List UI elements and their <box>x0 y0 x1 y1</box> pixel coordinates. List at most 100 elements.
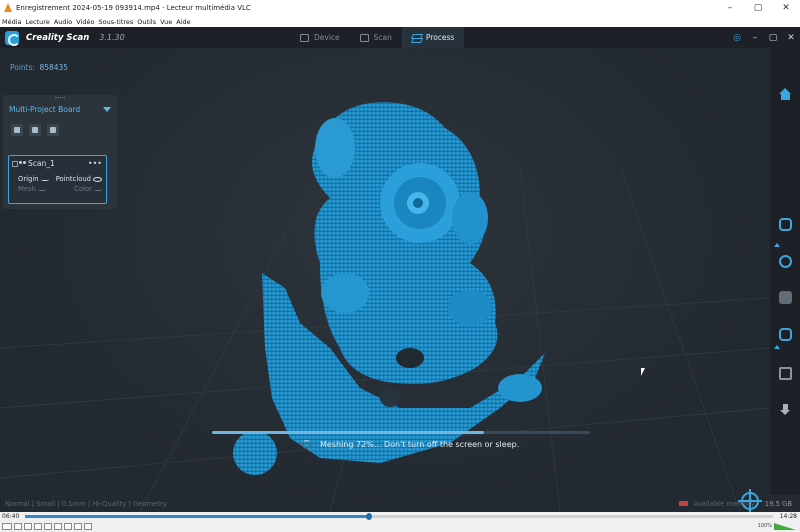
progress-fill <box>212 431 485 434</box>
time-current: 06:40 <box>2 513 20 520</box>
new-project-icon[interactable] <box>11 124 23 136</box>
creality-scan-app: Creality Scan 3.1.30 Device Scan Process… <box>0 27 800 512</box>
seek-fill <box>25 515 370 518</box>
vlc-titlebar: Enregistrement 2024-05-19 093914.mp4 - L… <box>0 0 800 16</box>
vlc-cone-icon <box>3 3 13 13</box>
tab-device-label: Device <box>314 33 340 42</box>
app-maximize-button[interactable]: ▢ <box>764 33 782 43</box>
hand-scan-icon[interactable] <box>779 218 792 231</box>
scan-visibility-row: Origin Pointcloud <box>9 175 106 183</box>
panel-toolbar <box>3 114 117 136</box>
window-controls: – ▢ ✕ <box>716 0 800 16</box>
menu-aide[interactable]: Aide <box>176 18 190 26</box>
tab-device[interactable]: Device <box>290 27 350 48</box>
tab-process[interactable]: Process <box>401 27 465 48</box>
3d-viewport[interactable]: Points: 858435 Multi-Project Board Scan_… <box>0 48 770 512</box>
tab-scan-label: Scan <box>373 33 392 42</box>
status-bar: Normal | Small | 0.1mm | Hi-Quality | Ge… <box>0 495 800 512</box>
play-pause-button[interactable] <box>2 523 12 530</box>
progress-track <box>212 431 590 434</box>
gear-icon[interactable]: ◎ <box>728 33 746 43</box>
texture-icon[interactable] <box>779 291 792 304</box>
eye-icon <box>93 176 102 182</box>
loop-button[interactable] <box>74 523 82 530</box>
maximize-button[interactable]: ▢ <box>744 0 772 16</box>
scan-settings-summary: Normal | Small | 0.1mm | Hi-Quality | Ge… <box>5 499 167 508</box>
fullscreen-button[interactable] <box>44 523 52 530</box>
time-total: 14:28 <box>779 513 797 520</box>
vlc-controls: 100% <box>0 521 800 532</box>
vlc-seekbar-row: 06:40 14:28 <box>0 512 800 521</box>
app-minimize-button[interactable]: – <box>746 33 764 43</box>
playlist-button[interactable] <box>64 523 72 530</box>
close-button[interactable]: ✕ <box>772 0 800 16</box>
scan-checkbox[interactable] <box>12 160 18 167</box>
scan-item-header: Scan_1 ••• <box>9 156 106 168</box>
memory-value: 19.5 GB <box>764 499 792 508</box>
app-name: Creality Scan <box>26 32 90 43</box>
extended-settings-button[interactable] <box>54 523 62 530</box>
menu-sous-titres[interactable]: Sous-titres <box>99 18 134 26</box>
ear-scan-icon[interactable] <box>779 255 792 268</box>
app-close-button[interactable]: ✕ <box>782 33 800 43</box>
eye-closed-icon <box>94 188 102 191</box>
creality-logo-icon <box>5 30 20 46</box>
progress-message-row: Meshing 72%... Don't turn off the screen… <box>212 440 590 449</box>
app-version: 3.1.30 <box>99 33 125 42</box>
device-icon <box>300 33 309 42</box>
scan-icon <box>359 33 369 42</box>
crop-icon[interactable] <box>779 328 792 341</box>
stop-button[interactable] <box>24 523 32 530</box>
panel-header[interactable]: Multi-Project Board <box>3 99 117 114</box>
volume-slider[interactable] <box>774 523 796 530</box>
color-label: Color <box>74 185 92 193</box>
mesh-label: Mesh <box>18 185 36 193</box>
menu-lecture[interactable]: Lecture <box>26 18 50 26</box>
color-toggle[interactable]: Color <box>74 185 102 193</box>
multi-project-board: Multi-Project Board Scan_1 ••• Origin Po… <box>3 95 117 209</box>
memory-icon <box>679 501 689 506</box>
menu-video[interactable]: Vidéo <box>76 18 94 26</box>
meshing-progress: Meshing 72%... Don't turn off the screen… <box>212 431 590 449</box>
progress-message: Meshing 72%... Don't turn off the screen… <box>320 440 520 449</box>
menu-vue[interactable]: Vue <box>160 18 172 26</box>
spinner-icon <box>302 440 311 449</box>
previous-button[interactable] <box>14 523 22 530</box>
home-icon[interactable] <box>779 88 792 101</box>
menu-audio[interactable]: Audio <box>54 18 72 26</box>
origin-toggle[interactable]: Origin <box>18 175 49 183</box>
shuffle-button[interactable] <box>84 523 92 530</box>
volume-percent: 100% <box>757 523 772 529</box>
app-window-controls: ◎ – ▢ ✕ <box>728 27 800 48</box>
menu-outils[interactable]: Outils <box>137 18 156 26</box>
scan-visibility-row-2: Mesh Color <box>9 185 106 193</box>
folder-icon[interactable] <box>29 124 41 136</box>
window-title: Enregistrement 2024-05-19 093914.mp4 - L… <box>16 4 251 12</box>
eye-closed-icon <box>40 178 49 181</box>
download-icon[interactable] <box>779 404 792 417</box>
scan-item[interactable]: Scan_1 ••• Origin Pointcloud Mesh Color <box>8 155 107 204</box>
scan-name: Scan_1 <box>28 159 55 168</box>
more-options-icon[interactable]: ••• <box>88 159 102 168</box>
mesh-toggle[interactable]: Mesh <box>18 185 46 193</box>
seek-slider[interactable] <box>25 513 773 520</box>
panel-title: Multi-Project Board <box>9 105 81 114</box>
chevron-down-icon[interactable] <box>103 107 111 112</box>
trash-icon[interactable] <box>47 124 59 136</box>
mouse-cursor-icon <box>641 368 645 376</box>
tick-marker-icon <box>774 243 780 247</box>
tab-scan[interactable]: Scan <box>350 27 402 48</box>
next-button[interactable] <box>34 523 42 530</box>
group-icon <box>19 160 27 167</box>
nav-tabs: Device Scan Process <box>290 27 465 48</box>
menu-media[interactable]: Média <box>2 18 22 26</box>
vlc-menubar: Média Lecture Audio Vidéo Sous-titres Ou… <box>0 16 800 27</box>
pointcloud-toggle[interactable]: Pointcloud <box>56 175 102 183</box>
image-icon[interactable] <box>779 367 792 380</box>
right-toolbar <box>770 48 800 495</box>
minimize-button[interactable]: – <box>716 0 744 16</box>
memory-label: Available memory <box>693 499 755 508</box>
seek-handle[interactable] <box>366 513 373 520</box>
eye-closed-icon <box>37 188 46 191</box>
tick-marker-icon <box>774 345 780 349</box>
